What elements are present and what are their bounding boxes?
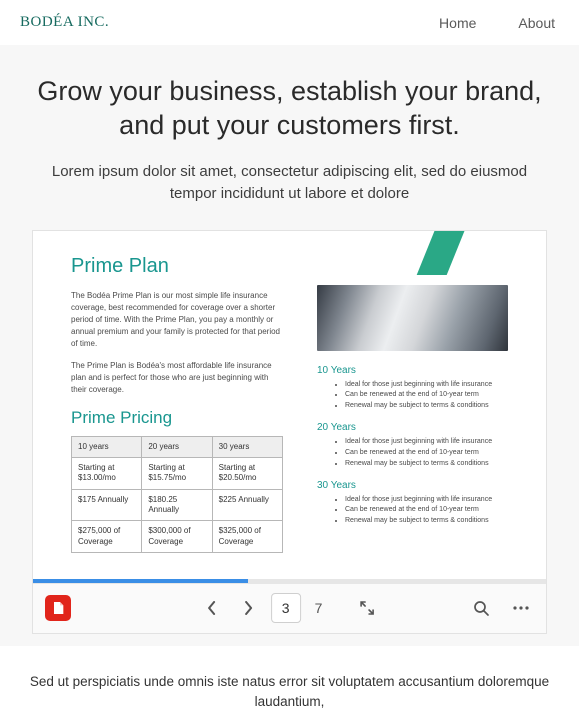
plan-title: Prime Plan — [71, 255, 283, 278]
pdf-toolbar: 7 — [33, 583, 546, 633]
table-cell: $300,000 of Coverage — [142, 521, 212, 553]
table-cell: $180.25 Annually — [142, 489, 212, 521]
pdf-viewer: Prime Plan The Bodéa Prime Plan is our m… — [32, 230, 547, 634]
table-cell: Starting at $13.00/mo — [72, 457, 142, 489]
more-options-button[interactable] — [508, 595, 534, 621]
bullet-item: Renewal may be subject to terms & condit… — [345, 401, 508, 412]
pricing-title: Prime Pricing — [71, 408, 283, 428]
page-controls: 7 — [199, 593, 381, 623]
hero-subhead: Lorem ipsum dolor sit amet, consectetur … — [20, 161, 559, 206]
table-row: Starting at $13.00/mo Starting at $15.75… — [72, 457, 283, 489]
bullet-item: Ideal for those just beginning with life… — [345, 437, 508, 448]
prev-page-button[interactable] — [199, 595, 225, 621]
bullet-item: Renewal may be subject to terms & condit… — [345, 459, 508, 470]
bullet-list: Ideal for those just beginning with life… — [317, 380, 508, 413]
nav-home[interactable]: Home — [439, 15, 476, 31]
hero-headline: Grow your business, establish your brand… — [20, 75, 559, 143]
right-column: 10 Years Ideal for those just beginning … — [317, 255, 508, 554]
nav-about[interactable]: About — [518, 15, 555, 31]
table-cell: Starting at $15.75/mo — [142, 457, 212, 489]
bullet-item: Can be renewed at the end of 10-year ter… — [345, 390, 508, 401]
table-row: $175 Annually $180.25 Annually $225 Annu… — [72, 489, 283, 521]
page-total: 7 — [311, 600, 327, 616]
bullet-item: Can be renewed at the end of 10-year ter… — [345, 448, 508, 459]
bullet-item: Ideal for those just beginning with life… — [345, 380, 508, 391]
year-heading-30: 30 Years — [317, 480, 508, 491]
intro-paragraph-1: The Bodéa Prime Plan is our most simple … — [71, 290, 283, 350]
page-number-input[interactable] — [271, 593, 301, 623]
pricing-table: 10 years 20 years 30 years Starting at $… — [71, 436, 283, 554]
bullet-item: Can be renewed at the end of 10-year ter… — [345, 505, 508, 516]
hero-photo — [317, 285, 508, 351]
table-cell: $225 Annually — [212, 489, 282, 521]
top-bar: BODÉA INC. Home About — [0, 0, 579, 45]
table-cell: $175 Annually — [72, 489, 142, 521]
bullet-item: Ideal for those just beginning with life… — [345, 495, 508, 506]
intro-paragraph-2: The Prime Plan is Bodéa's most affordabl… — [71, 360, 283, 396]
table-header: 20 years — [142, 436, 212, 457]
table-row: $275,000 of Coverage $300,000 of Coverag… — [72, 521, 283, 553]
hero-section: Grow your business, establish your brand… — [0, 45, 579, 646]
table-cell: $325,000 of Coverage — [212, 521, 282, 553]
brand-logo: BODÉA INC. — [20, 14, 109, 31]
next-page-button[interactable] — [235, 595, 261, 621]
bullet-list: Ideal for those just beginning with life… — [317, 495, 508, 528]
footer-text: Sed ut perspiciatis unde omnis iste natu… — [0, 646, 579, 722]
table-header: 10 years — [72, 436, 142, 457]
left-column: Prime Plan The Bodéa Prime Plan is our m… — [71, 255, 283, 554]
year-heading-20: 20 Years — [317, 422, 508, 433]
nav-links: Home About — [439, 15, 555, 31]
table-header: 30 years — [212, 436, 282, 457]
search-button[interactable] — [468, 595, 494, 621]
year-heading-10: 10 Years — [317, 365, 508, 376]
bullet-item: Renewal may be subject to terms & condit… — [345, 516, 508, 527]
table-cell: $275,000 of Coverage — [72, 521, 142, 553]
table-header-row: 10 years 20 years 30 years — [72, 436, 283, 457]
bullet-list: Ideal for those just beginning with life… — [317, 437, 508, 470]
table-cell: Starting at $20.50/mo — [212, 457, 282, 489]
fullscreen-button[interactable] — [354, 595, 380, 621]
adobe-pdf-icon[interactable] — [45, 595, 71, 621]
right-controls — [468, 595, 534, 621]
pdf-page[interactable]: Prime Plan The Bodéa Prime Plan is our m… — [33, 231, 546, 579]
